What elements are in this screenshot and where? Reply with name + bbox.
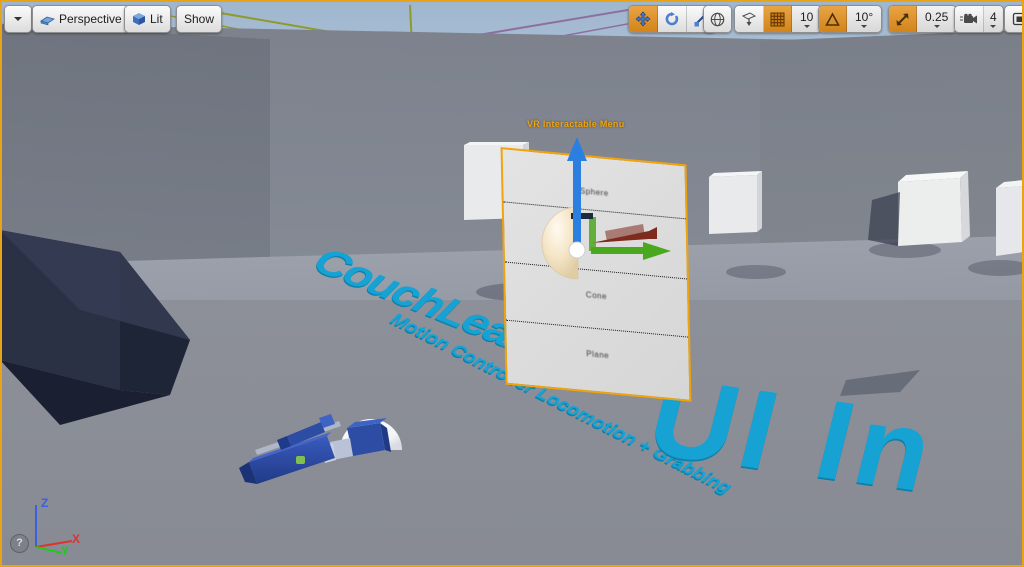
camera-speed-button[interactable] xyxy=(955,6,984,32)
scale-arrow-icon xyxy=(896,13,909,25)
world-coordinate-button[interactable] xyxy=(704,6,731,32)
maximize-viewport-button[interactable] xyxy=(1004,5,1024,33)
show-button[interactable]: Show xyxy=(177,6,222,32)
grid-snap-button[interactable] xyxy=(764,6,792,32)
camera-speed-group[interactable]: 4 xyxy=(954,5,1004,33)
chevron-down-icon xyxy=(803,24,810,28)
camera-speed-value-label: 4 xyxy=(990,9,997,24)
rotate-icon xyxy=(665,12,679,26)
z-axis-arrow xyxy=(567,137,587,161)
show-group[interactable]: Show xyxy=(176,5,223,33)
widget-row-divider xyxy=(506,319,689,338)
selected-actor-label: VR Interactable Menu xyxy=(527,119,625,129)
angle-triangle-icon xyxy=(825,11,840,26)
angle-snap-value-label: 10° xyxy=(855,9,874,24)
grid-snap-value[interactable]: 10 xyxy=(792,6,821,32)
translate-gizmo[interactable] xyxy=(545,135,675,275)
grid-icon xyxy=(770,12,785,26)
maximize-icon xyxy=(1012,12,1024,26)
lit-label: Lit xyxy=(150,12,163,26)
scale-snap-button[interactable] xyxy=(889,6,917,32)
chevron-down-icon xyxy=(14,17,22,21)
camera-speed-value[interactable]: 4 xyxy=(984,6,1003,32)
scale-snap-group[interactable]: 0.25 xyxy=(888,5,958,33)
camera-speed-icon xyxy=(960,13,977,23)
lit-button[interactable]: Lit xyxy=(125,6,170,32)
viewport-options-caret[interactable] xyxy=(5,6,31,32)
move-arrows-icon xyxy=(635,11,651,27)
perspective-label: Perspective xyxy=(59,12,122,26)
y-axis-arrow xyxy=(643,242,671,260)
scale-snap-value[interactable]: 0.25 xyxy=(917,6,956,32)
viewport-options-group[interactable] xyxy=(4,5,32,33)
z-axis-shaft xyxy=(573,159,581,251)
angle-snap-value[interactable]: 10° xyxy=(847,6,881,32)
snap-group[interactable]: 10 xyxy=(734,5,823,33)
y-axis-shaft xyxy=(591,247,645,254)
angle-snap-group[interactable]: 10° xyxy=(818,5,883,33)
scale-snap-value-label: 0.25 xyxy=(925,9,949,24)
lit-group[interactable]: Lit xyxy=(124,5,171,33)
camera-perspective-icon xyxy=(40,16,55,25)
widget-row-label-plane[interactable]: Plane xyxy=(507,342,689,368)
svg-text:Z: Z xyxy=(41,497,48,510)
chevron-down-icon xyxy=(933,24,940,28)
translate-mode-button[interactable] xyxy=(629,6,658,32)
unreal-viewport[interactable]: CouchLearn Motion Controller Locomotion … xyxy=(0,0,1024,567)
help-icon[interactable]: ? xyxy=(10,534,29,553)
rotate-mode-button[interactable] xyxy=(658,6,687,32)
coordinate-system-group[interactable] xyxy=(703,5,732,33)
motion-controller xyxy=(239,414,402,484)
grid-snap-value-label: 10 xyxy=(800,9,814,24)
lit-cube-icon xyxy=(133,13,145,25)
viewport-scene[interactable]: CouchLearn Motion Controller Locomotion … xyxy=(0,0,1024,567)
show-label: Show xyxy=(184,12,215,26)
chevron-down-icon xyxy=(990,24,997,28)
view-mode-group[interactable]: Perspective xyxy=(32,5,130,33)
surface-snap-icon xyxy=(741,12,757,26)
globe-icon xyxy=(710,12,725,26)
svg-text:X: X xyxy=(72,532,80,546)
perspective-button[interactable]: Perspective xyxy=(33,6,129,32)
chevron-down-icon xyxy=(861,24,868,28)
angle-snap-button[interactable] xyxy=(819,6,847,32)
svg-text:Y: Y xyxy=(61,544,69,555)
surface-snap-button[interactable] xyxy=(735,6,764,32)
